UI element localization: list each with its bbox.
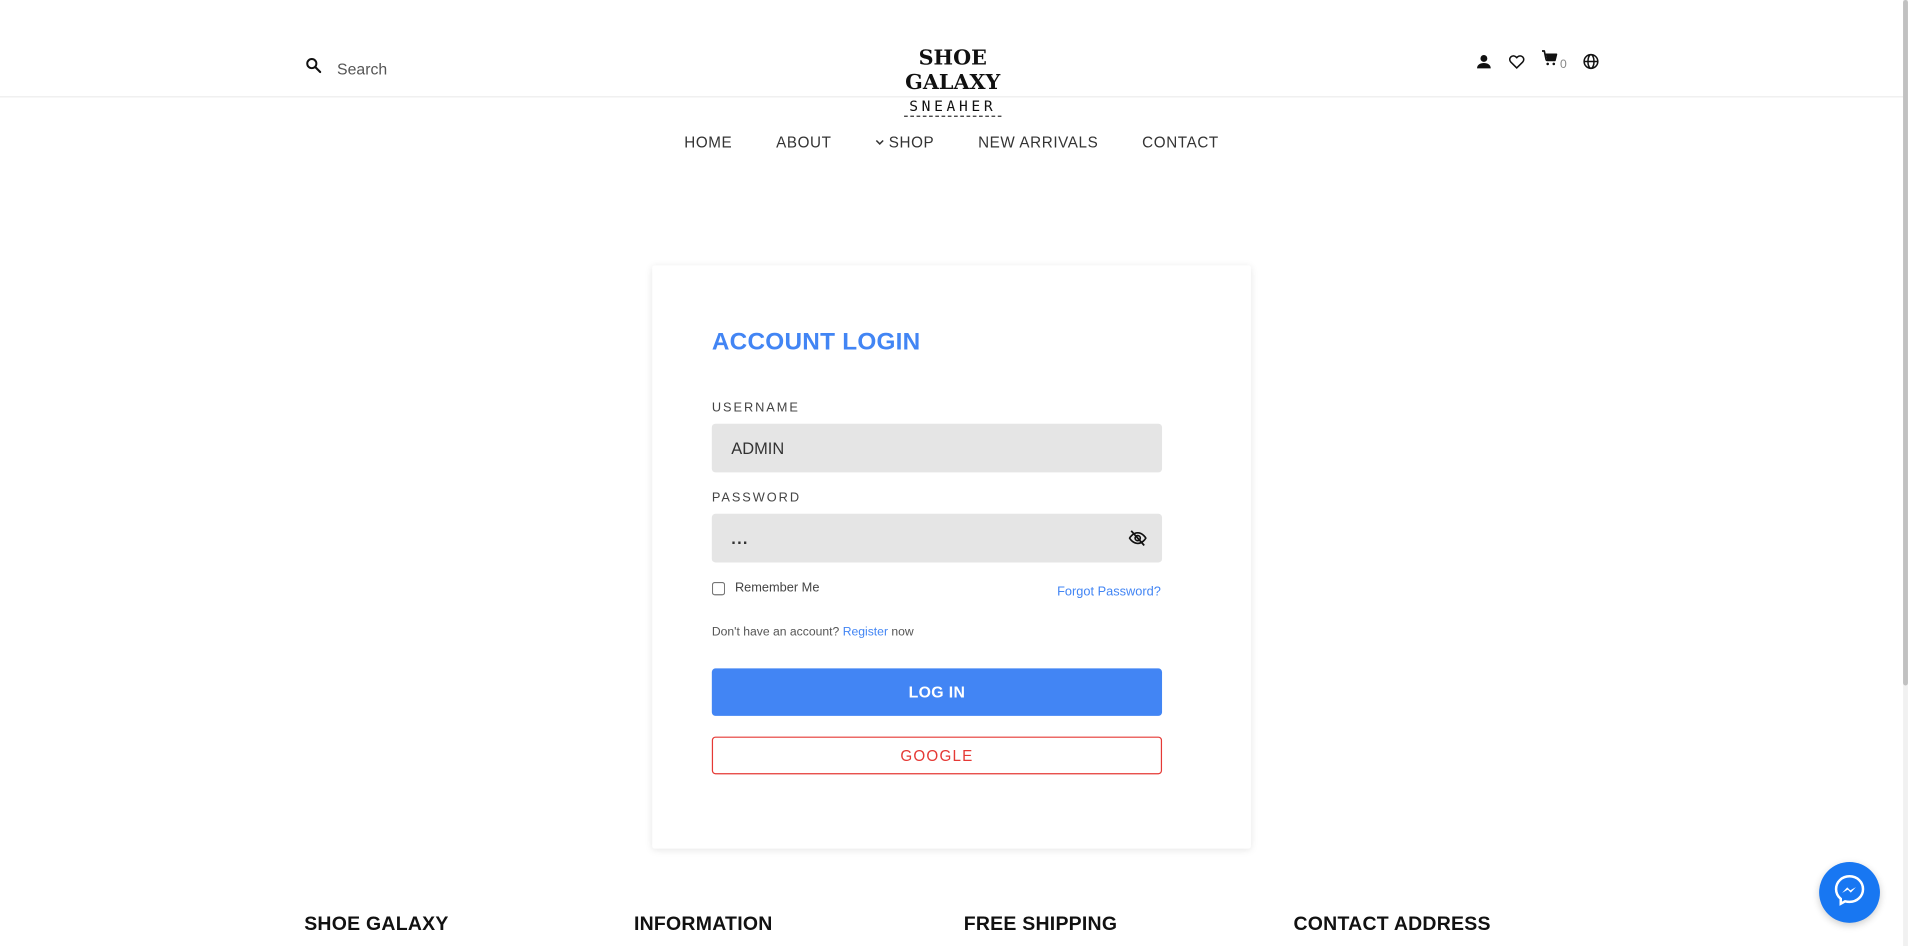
register-link[interactable]: Register: [843, 626, 888, 639]
page: SHOE GALAXY SNEAHER 0 HOME ABOUT: [0, 0, 1908, 946]
heart-icon[interactable]: [1508, 52, 1526, 70]
register-prompt: Don't have an account? Register now: [712, 626, 914, 639]
cart-button[interactable]: 0: [1540, 49, 1567, 73]
google-login-button[interactable]: GOOGLE: [711, 736, 1163, 775]
nav-item-about[interactable]: ABOUT: [754, 134, 853, 151]
main-nav: HOME ABOUT SHOP NEW ARRIVALS CONTACT: [0, 134, 1903, 151]
footer-heading-shipping: FREE SHIPPING: [963, 914, 1118, 936]
footer-heading-information: INFORMATION: [633, 914, 773, 936]
password-value: ...: [731, 529, 749, 548]
username-label: USERNAME: [711, 400, 800, 416]
password-label: PASSWORD: [711, 490, 801, 506]
site-header: SHOE GALAXY SNEAHER 0: [0, 0, 1904, 117]
remember-me-checkbox[interactable]: [711, 581, 726, 595]
login-card: ACCOUNT LOGIN USERNAME PASSWORD ... Reme…: [652, 265, 1251, 849]
nav-item-label: SHOP: [888, 133, 935, 151]
messenger-icon: [1831, 871, 1868, 914]
forgot-password-link[interactable]: Forgot Password?: [1057, 584, 1161, 599]
logo-subtitle: SNEAHER: [904, 97, 1002, 117]
site-logo[interactable]: SHOE GALAXY SNEAHER: [871, 46, 1034, 117]
footer-heading-brand: SHOE GALAXY: [304, 914, 449, 936]
username-field[interactable]: [711, 423, 1163, 473]
nav-item-label: HOME: [684, 133, 733, 151]
nav-item-label: NEW ARRIVALS: [978, 133, 1099, 151]
page-scrollbar-thumb[interactable]: [1903, 0, 1908, 686]
search-input[interactable]: [337, 59, 484, 78]
remember-me-label: Remember Me: [734, 580, 820, 596]
nav-item-shop[interactable]: SHOP: [853, 134, 956, 151]
search-bar: [304, 56, 484, 80]
no-account-text: Don't have an account?: [711, 625, 840, 640]
user-icon[interactable]: [1475, 52, 1493, 70]
eye-slash-icon[interactable]: [1128, 528, 1147, 547]
nav-item-contact[interactable]: CONTACT: [1120, 134, 1240, 151]
footer-heading-contact: CONTACT ADDRESS: [1293, 914, 1491, 936]
logo-title: SHOE GALAXY: [905, 46, 1001, 95]
cart-icon: [1540, 49, 1558, 73]
nav-item-label: ABOUT: [776, 133, 832, 151]
nav-item-home[interactable]: HOME: [662, 134, 754, 151]
password-field[interactable]: ...: [711, 513, 1163, 563]
login-title: ACCOUNT LOGIN: [711, 328, 921, 356]
messenger-chat-button[interactable]: [1819, 861, 1880, 923]
nav-item-new-arrivals[interactable]: NEW ARRIVALS: [956, 134, 1120, 151]
cart-count-badge: 0: [1559, 57, 1567, 72]
remember-me[interactable]: Remember Me: [711, 580, 820, 596]
chevron-down-icon: [875, 134, 885, 151]
header-actions: 0: [1475, 49, 1600, 73]
register-suffix: now: [891, 625, 914, 640]
globe-icon[interactable]: [1581, 52, 1599, 70]
search-icon[interactable]: [304, 56, 322, 80]
nav-item-label: CONTACT: [1142, 133, 1219, 151]
login-button[interactable]: LOG IN: [711, 668, 1163, 716]
